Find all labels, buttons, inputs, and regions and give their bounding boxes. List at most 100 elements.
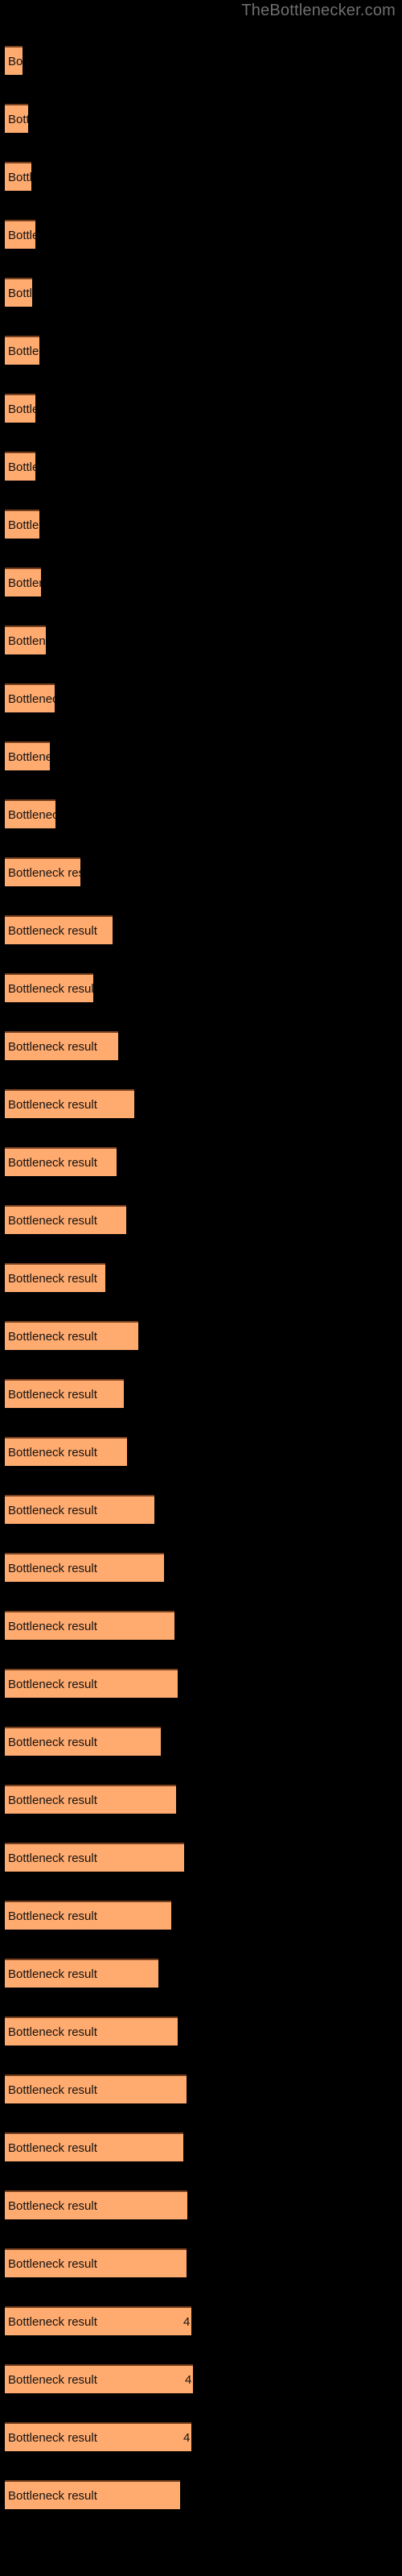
bar-row: Bottleneck result <box>0 278 402 307</box>
bar-label: Bottleneck result <box>8 2025 97 2039</box>
bar-row: Bottleneck result <box>0 683 402 712</box>
bar-row: Bottleneck result 4 <box>0 2306 402 2335</box>
bar: Bottleneck result <box>5 452 35 481</box>
bar-label: Bottleneck result <box>8 634 46 648</box>
bar-label: Bottleneck result <box>8 171 31 184</box>
bar-label: Bottleneck result <box>8 576 41 590</box>
bar-label: Bottleneck result <box>8 1620 97 1633</box>
bar: Bottleneck result <box>5 1495 154 1524</box>
bar: Bottleneck result <box>5 741 50 770</box>
bar: Bottleneck result <box>5 1669 178 1698</box>
bar: Bottleneck result <box>5 2248 187 2277</box>
bar-row: Bottleneck result <box>0 1901 402 1930</box>
bar: Bottleneck result <box>5 683 55 712</box>
bar-label: Bottleneck result <box>8 2315 97 2329</box>
bar-row: Bottleneck result <box>0 915 402 944</box>
bar: Bottleneck result <box>5 973 93 1002</box>
bar-row: Bottleneck result <box>0 1959 402 1988</box>
bar-value-label: 4 <box>183 2431 191 2445</box>
bar: Bottleneck result <box>5 1959 158 1988</box>
bar: Bottleneck result <box>5 220 35 249</box>
bar-row: Bottleneck result <box>0 220 402 249</box>
bar: Bottleneck result 4 <box>5 2364 193 2393</box>
bar-label: Bottleneck result <box>8 460 35 474</box>
bar-row: Bottleneck result <box>0 1379 402 1408</box>
bar: Bottleneck result <box>5 1089 134 1118</box>
bar-row: Bottleneck result <box>0 1321 402 1350</box>
bar: Bottleneck result <box>5 799 55 828</box>
bar: Bottleneck result <box>5 510 39 539</box>
bar-label: Bottleneck result <box>8 1040 97 1054</box>
bar-value-label: 4 <box>185 2373 192 2387</box>
bar: Bottleneck result <box>5 1031 118 1060</box>
bar: Bottleneck result <box>5 857 80 886</box>
bar: Bottleneck result <box>5 1553 164 1582</box>
bar-label: Bottleneck result <box>8 1909 97 1923</box>
bar-label: Bottleneck result <box>8 229 35 242</box>
bar: Bottleneck result <box>5 2132 183 2161</box>
bar-row: Bottleneck result <box>0 799 402 828</box>
bar-label: Bottleneck result <box>8 1272 97 1286</box>
bar-row: Bottleneck result <box>0 2017 402 2046</box>
bar-row: Bottleneck result <box>0 1553 402 1582</box>
bar: Bottleneck result <box>5 1205 126 1234</box>
bar-label: Bottleneck result <box>8 345 39 358</box>
bar-label: Bottleneck result <box>8 866 80 880</box>
bar-row: Bottleneck result <box>0 452 402 481</box>
bar-label: Bottleneck result <box>8 2489 97 2503</box>
bar-label: Bottleneck result <box>8 1967 97 1981</box>
bar-label: Bottleneck result <box>8 1098 97 1112</box>
bar-label: Bottleneck result <box>8 402 35 416</box>
bar-label: Bottleneck result <box>8 113 28 126</box>
bar-label: Bottleneck result <box>8 55 23 68</box>
bar-label: Bottleneck result <box>8 1446 97 1459</box>
bar: Bottleneck result <box>5 2017 178 2046</box>
bar: Bottleneck result <box>5 625 46 654</box>
bar-label: Bottleneck result <box>8 1214 97 1228</box>
bar-label: Bottleneck result <box>8 924 97 938</box>
bar-row: Bottleneck result <box>0 2074 402 2103</box>
bar: Bottleneck result <box>5 1379 124 1408</box>
bar: Bottleneck result <box>5 1147 117 1176</box>
bar-label: Bottleneck result <box>8 518 39 532</box>
bar: Bottleneck result <box>5 568 41 597</box>
bar-label: Bottleneck result <box>8 1388 97 1402</box>
bar: Bottleneck result <box>5 1785 176 1814</box>
bar: Bottleneck result <box>5 46 23 75</box>
bar: Bottleneck result <box>5 1263 105 1292</box>
bar-row: Bottleneck result <box>0 394 402 423</box>
bar: Bottleneck result <box>5 1727 161 1756</box>
bar-label: Bottleneck result <box>8 1736 97 1749</box>
bar-label: Bottleneck result <box>8 287 32 300</box>
bar-row: Bottleneck result 4 <box>0 2422 402 2451</box>
bar: Bottleneck result <box>5 162 31 191</box>
bar-row: Bottleneck result <box>0 104 402 133</box>
bar-label: Bottleneck result <box>8 808 55 822</box>
bar-row: Bottleneck result <box>0 2480 402 2509</box>
bar-row: Bottleneck result <box>0 2248 402 2277</box>
bar: Bottleneck result <box>5 915 113 944</box>
bar-label: Bottleneck result <box>8 2431 97 2445</box>
bar: Bottleneck result 4 <box>5 2306 191 2335</box>
bar-value-label: 4 <box>183 2315 191 2329</box>
bar: Bottleneck result <box>5 1843 184 1872</box>
bar-row: Bottleneck result <box>0 1263 402 1292</box>
bar-label: Bottleneck result <box>8 982 93 996</box>
bar-row: Bottleneck result <box>0 1031 402 1060</box>
bar-label: Bottleneck result <box>8 2257 97 2271</box>
bar: Bottleneck result <box>5 2190 187 2219</box>
bar-row: Bottleneck result <box>0 741 402 770</box>
bar-label: Bottleneck result <box>8 2141 97 2155</box>
bottleneck-bar-chart: Bottleneck result Bottleneck result Bottle… <box>0 0 402 2576</box>
bar: Bottleneck result <box>5 1901 171 1930</box>
bar: Bottleneck result <box>5 336 39 365</box>
bar-label: Bottleneck result <box>8 2083 97 2097</box>
bar-row: Bottleneck result <box>0 1147 402 1176</box>
bar-row: Bottleneck result <box>0 1495 402 1524</box>
bar: Bottleneck result <box>5 1611 174 1640</box>
bar-row: Bottleneck result <box>0 857 402 886</box>
bar-row: Bottleneck result <box>0 1437 402 1466</box>
bar-label: Bottleneck result <box>8 1794 97 1807</box>
bar-label: Bottleneck result <box>8 1504 97 1517</box>
bar-row: Bottleneck result <box>0 336 402 365</box>
